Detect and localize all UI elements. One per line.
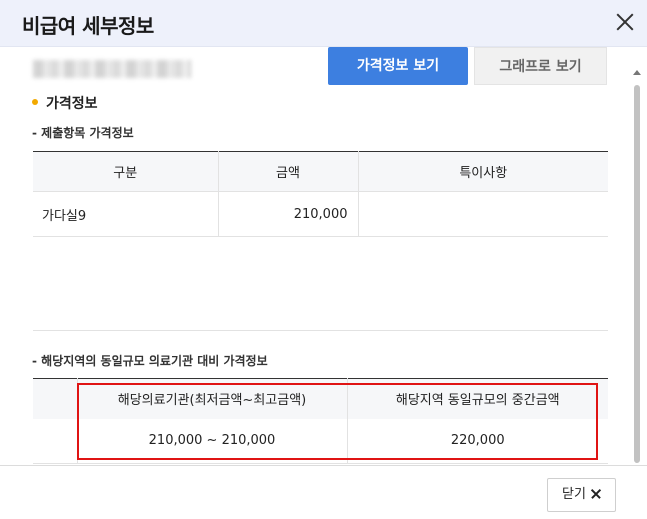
close-button-label: 닫기 [562, 487, 586, 502]
cell-amount: 210,000 [218, 191, 359, 237]
cell-regional-median: 220,000 [347, 418, 608, 464]
header-regional-median: 해당지역 동일규모의 중간금액 [347, 378, 608, 419]
regional-price-table: 해당의료기관(최저금액~최고금액) 해당지역 동일규모의 중간금액 210,00… [33, 378, 608, 464]
submitted-price-table: 구분 금액 특이사항 가다실9 210,000 [33, 151, 608, 237]
modal-footer: 닫기 [0, 465, 647, 519]
scrollbar-thumb[interactable] [634, 85, 640, 463]
cell-spacer [33, 418, 78, 464]
table-row: 가다실9 210,000 [33, 191, 608, 237]
cell-item-name: 가다실9 [33, 191, 219, 237]
header-remarks: 특이사항 [358, 151, 608, 192]
price-section-title-text: 가격정보 [46, 96, 98, 112]
modal-content: 가격정보 보기 그래프로 보기 가격정보 - 제출항목 가격정보 구분 금액 특… [0, 47, 628, 465]
regional-comparison-label: - 해당지역의 동일규모 의료기관 대비 가격정보 [32, 354, 268, 368]
price-section-title: 가격정보 [32, 93, 98, 113]
close-icon[interactable] [611, 8, 639, 36]
modal-title: 비급여 세부정보 [22, 14, 154, 38]
submitted-items-label: - 제출항목 가격정보 [32, 126, 134, 140]
cell-remarks [358, 191, 608, 237]
modal-header: 비급여 세부정보 [0, 0, 647, 47]
blurred-hospital-name [33, 60, 191, 78]
scroll-up-arrow-icon[interactable] [633, 70, 641, 75]
vertical-scrollbar[interactable] [628, 47, 647, 465]
graph-view-button[interactable]: 그래프로 보기 [474, 47, 607, 85]
cell-hospital-range: 210,000 ~ 210,000 [77, 418, 348, 464]
header-spacer [33, 378, 78, 419]
header-hospital-range: 해당의료기관(최저금액~최고금액) [77, 378, 348, 419]
price-view-button[interactable]: 가격정보 보기 [328, 47, 468, 85]
close-button[interactable]: 닫기 [547, 478, 616, 512]
header-amount: 금액 [218, 151, 359, 192]
table-row: 210,000 ~ 210,000 220,000 [33, 418, 608, 464]
close-x-icon [590, 488, 601, 499]
bullet-dot-icon [32, 99, 38, 105]
header-category: 구분 [33, 151, 219, 192]
section-divider [33, 330, 608, 331]
